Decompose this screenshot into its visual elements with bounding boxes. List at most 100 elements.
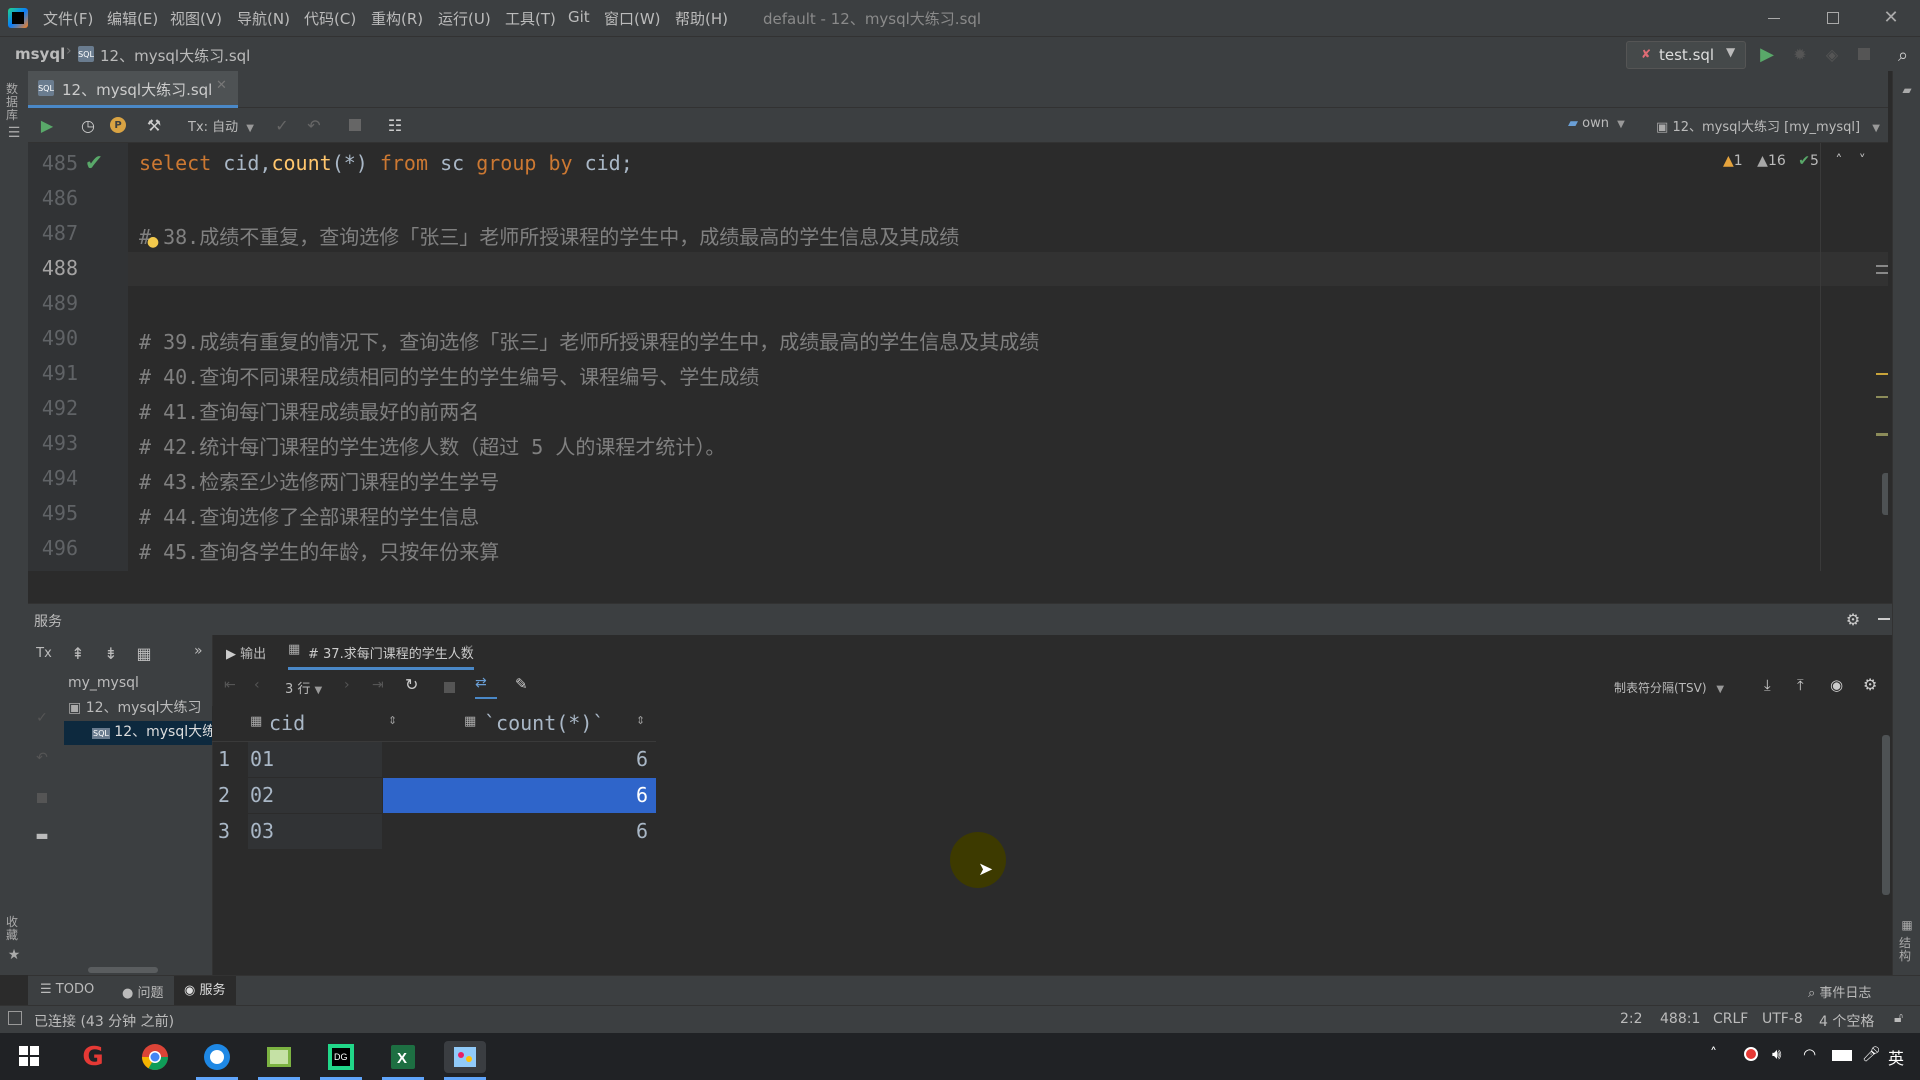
menu-git[interactable]: Git [568,8,590,26]
menu-edit[interactable]: 编辑(E) [107,8,158,29]
sort-icon[interactable]: ⇕ [388,714,397,727]
structure-icon[interactable]: ▦ [1900,918,1914,932]
menu-navigate[interactable]: 导航(N) [237,8,290,29]
structure-tool-label[interactable]: 结构 [1899,937,1915,963]
paint-app-icon[interactable] [444,1041,486,1073]
rollback-icon[interactable]: ↶ [304,115,324,135]
app-g-icon[interactable]: G [72,1041,114,1073]
breadcrumb-project[interactable]: msyql [15,45,65,63]
next-page-icon[interactable]: › [344,677,350,693]
stop-icon[interactable] [33,789,51,807]
panel-toggle-icon[interactable] [8,1011,22,1025]
cell-cid[interactable]: 01 [250,747,274,771]
table-row[interactable]: 3 03 6 [212,814,656,849]
layout-icon[interactable]: ▬ [33,827,51,845]
execute-icon[interactable]: ▶ [38,116,56,135]
download-icon[interactable]: ⤓ [1764,676,1771,694]
profile-icon[interactable]: P [110,117,126,133]
excel-icon[interactable]: X [382,1041,424,1073]
tree-datasource-node[interactable]: ▣ 12、mysql大练习 [68,697,212,719]
menu-code[interactable]: 代码(C) [304,8,356,29]
editor-scrollbar-thumb[interactable] [1882,473,1888,515]
hide-panel-icon[interactable] [1874,609,1894,629]
cell-count[interactable]: 6 [384,747,648,771]
star-icon[interactable]: ★ [6,947,22,963]
cell-count[interactable]: 6 [384,819,648,843]
tool-tab-todo[interactable]: ☰ TODO [40,982,94,997]
run-icon[interactable]: ▶ [1757,44,1777,65]
schema-selector[interactable]: ▰ own ▼ [1568,116,1625,131]
rows-count-dropdown[interactable]: 3 行 ▼ [285,678,322,697]
event-log-button[interactable]: ⌕ 事件日志 [1808,982,1871,1001]
volume-icon[interactable]: 🔊︎ [1772,1045,1781,1063]
lightbulb-icon[interactable]: ● [146,233,160,251]
menu-refactor[interactable]: 重构(R) [371,8,423,29]
compare-icon[interactable]: ⇄ [475,675,497,699]
close-icon[interactable]: ✕ [1878,4,1904,30]
caret-position[interactable]: 488:1 [1660,1011,1700,1027]
result-tab-query[interactable]: ▦ # 37.求每门课程的学生人数 ✕ [288,635,474,670]
stop-icon[interactable] [1856,46,1872,62]
menu-window[interactable]: 窗口(W) [604,8,661,29]
menu-run[interactable]: 运行(U) [438,8,491,29]
file-encoding[interactable]: UTF-8 [1762,1011,1803,1027]
history-icon[interactable]: ◷ [78,115,98,135]
database-tool-label[interactable]: 数据库 [6,83,22,122]
rollback-icon[interactable]: ↶ [33,749,51,767]
pin-icon[interactable]: ✎ [515,675,528,693]
ime-indicator[interactable]: 英 [1888,1045,1904,1069]
stop-icon[interactable] [442,680,456,694]
breadcrumb-file[interactable]: 12、mysql大练习.sql [100,45,250,66]
folder-icon[interactable]: ▰ [1900,83,1914,97]
datasource-selector[interactable]: ▣ 12、mysql大练习 [my_mysql] ▼ [1656,116,1880,135]
favorites-tool-label[interactable]: 收藏 [6,916,22,942]
coverage-icon[interactable]: ◈ [1822,44,1842,64]
cell-count-selected[interactable]: 6 [384,783,648,807]
commit-icon[interactable]: ✓ [272,115,292,135]
cancel-icon[interactable] [348,118,362,132]
debug-icon[interactable]: ✹ [1790,44,1810,64]
tool-tab-problems[interactable]: ● 问题 [122,982,164,1001]
search-icon[interactable]: ⌕ [1892,44,1914,66]
minimize-icon[interactable] [1762,6,1786,30]
column-header-cid[interactable]: cid [269,711,305,735]
expand-all-icon[interactable]: ⇞ [68,643,88,663]
cell-cid[interactable]: 03 [250,819,274,843]
tx-mode-dropdown[interactable]: Tx: 自动 ▼ [188,116,254,135]
selection-info[interactable]: 2:2 [1620,1011,1643,1027]
view-icon[interactable]: ◉ [1830,676,1843,694]
tool-tab-services[interactable]: ◉ 服务 [174,976,236,1006]
image-viewer-icon[interactable] [258,1041,300,1073]
more-icon[interactable]: » [194,643,203,659]
indent-setting[interactable]: 4 个空格 [1819,1011,1874,1031]
settings-gear-icon[interactable]: ⚙ [1843,609,1863,629]
inspection-widget[interactable]: ▲1 ▲16 ✔5 ˄ ˅ [1723,153,1866,169]
lock-icon[interactable]: 🔓︎ [1894,1010,1903,1026]
result-tab-output[interactable]: ▶ 输出 [226,643,266,662]
windows-start-icon[interactable] [18,1045,40,1067]
cell-cid[interactable]: 02 [250,783,274,807]
datagrip-icon[interactable]: DG [320,1041,362,1073]
menu-help[interactable]: 帮助(H) [675,8,728,29]
menu-tools[interactable]: 工具(T) [505,8,556,29]
microphone-icon[interactable]: 🎤︎ [1862,1045,1881,1063]
editor-tab[interactable]: SQL 12、mysql大练习.sql ✕ [28,71,238,108]
line-separator[interactable]: CRLF [1713,1011,1748,1027]
group-icon[interactable]: ▦ [134,643,154,663]
table-row[interactable]: 2 02 6 [212,778,656,813]
upload-icon[interactable]: ⤒ [1797,676,1804,694]
layout-icon[interactable]: ☷ [385,115,405,135]
chrome-icon[interactable] [134,1041,176,1073]
chevron-down-icon[interactable]: ˅ [1859,153,1866,169]
wrench-icon[interactable]: ⚒ [144,115,164,135]
code-editor[interactable]: 485 486 487 488 489 490 491 492 493 494 … [28,143,1888,571]
tab-close-icon[interactable]: ✕ [464,642,474,656]
sort-icon[interactable]: ⇕ [636,714,645,727]
table-row[interactable]: 1 01 6 [212,742,656,777]
tree-hscrollbar[interactable] [88,967,158,973]
browser-app-icon[interactable] [196,1041,238,1073]
menu-file[interactable]: 文件(F) [43,8,93,29]
collapse-all-icon[interactable]: ⇟ [101,643,121,663]
prev-page-icon[interactable]: ‹ [254,677,260,693]
first-page-icon[interactable]: ⇤ [224,677,236,693]
